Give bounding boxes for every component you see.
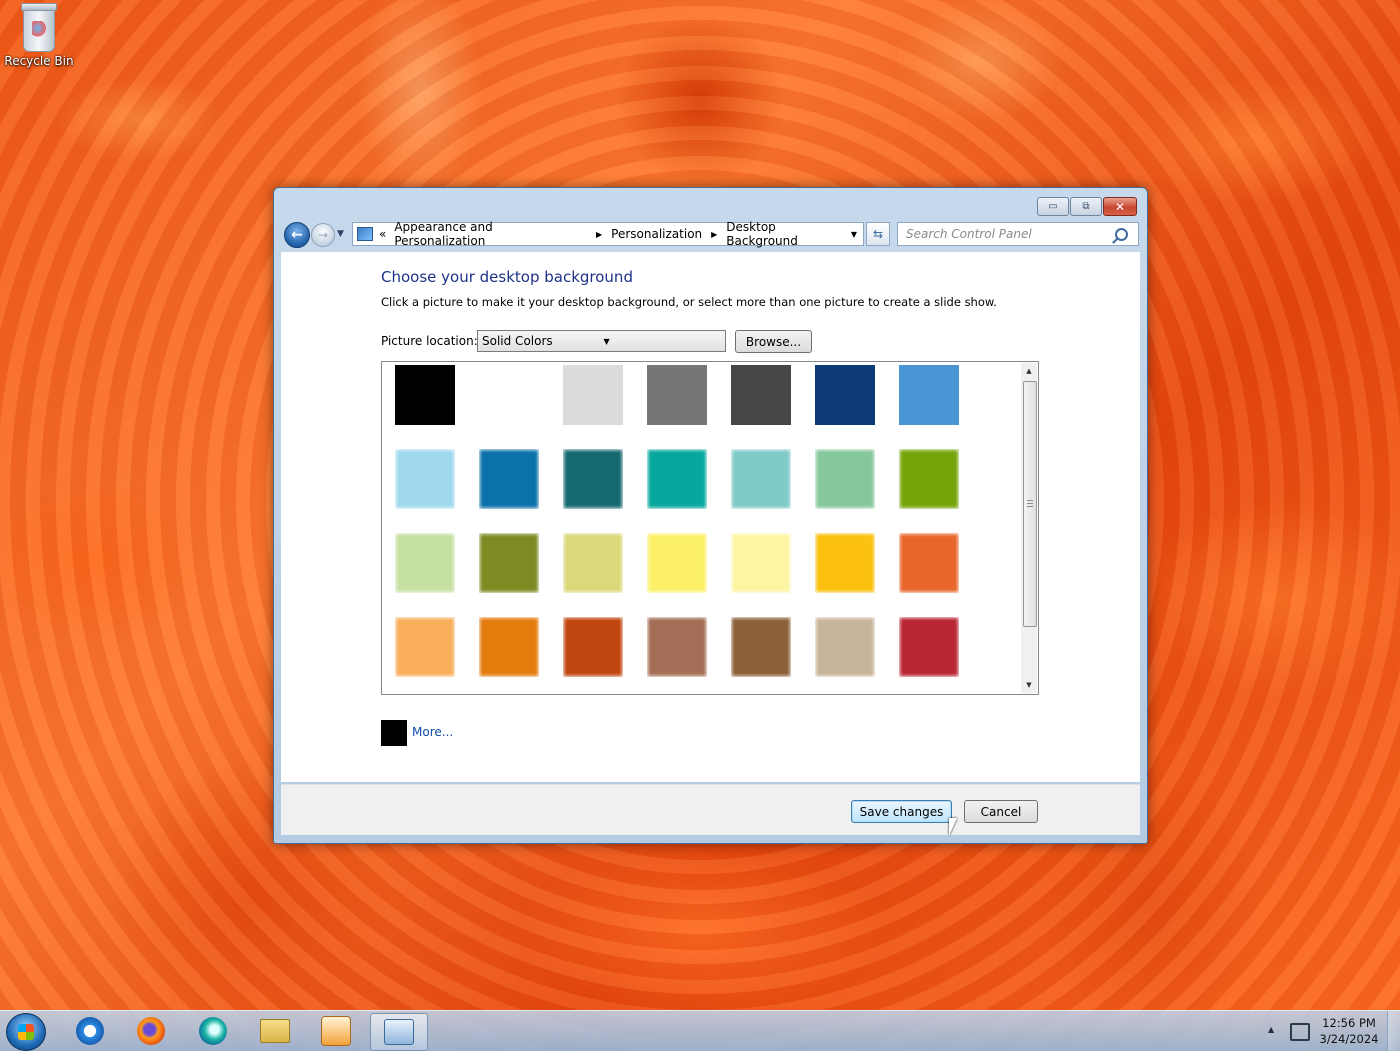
chevron-down-icon: ▼ [337,229,344,239]
dialog-footer: Save changes Cancel [281,784,1140,835]
color-swatch[interactable] [563,617,623,677]
refresh-icon: ⇆ [872,227,884,241]
color-swatch[interactable] [815,449,875,509]
maximize-button[interactable]: ⧉ [1070,197,1102,216]
color-swatch[interactable] [479,617,539,677]
color-swatch[interactable] [563,449,623,509]
color-swatch[interactable] [647,617,707,677]
more-colors-link[interactable]: More... [412,725,453,739]
clock-date: 3/24/2024 [1319,1032,1379,1046]
media-player-icon [321,1016,351,1046]
color-gallery: ▲ ▼ [381,361,1039,695]
gallery-scrollbar[interactable]: ▲ ▼ [1021,363,1037,693]
desktop-background-window: ▭ ⧉ ✕ ← → ▼ « Appearance and Personaliza… [273,187,1148,844]
recycle-bin-icon [21,3,57,52]
forward-arrow-icon: → [317,228,329,242]
color-swatch[interactable] [479,449,539,509]
recycle-bin-label: Recycle Bin [4,54,74,68]
taskbar-firefox[interactable] [123,1013,179,1049]
navigation-bar: ← → ▼ « Appearance and Personalization ▶… [282,220,1139,248]
show-hidden-icons-icon[interactable]: ▲ [1268,1025,1274,1034]
internet-explorer-icon [76,1017,104,1045]
chevron-down-icon: ▼ [603,336,610,346]
color-swatch[interactable] [815,617,875,677]
color-swatch[interactable] [563,533,623,593]
breadcrumb-appearance[interactable]: Appearance and Personalization [394,220,587,248]
page-title: Choose your desktop background [381,268,633,286]
grip-icon [1027,500,1033,507]
back-arrow-icon: ← [291,227,303,243]
taskbar-internet-explorer[interactable] [62,1013,118,1049]
breadcrumb-desktop-background[interactable]: Desktop Background [726,220,851,248]
save-changes-button[interactable]: Save changes [851,800,952,823]
network-icon[interactable] [1290,1023,1310,1041]
color-swatch[interactable] [647,365,707,425]
system-clock[interactable]: 12:56 PM 3/24/2024 [1312,1015,1386,1047]
address-overflow-icon[interactable]: « [379,227,386,241]
browse-button[interactable]: Browse... [735,330,812,353]
color-swatch[interactable] [899,365,959,425]
show-desktop-button[interactable] [1387,1011,1400,1051]
color-swatch[interactable] [395,617,455,677]
taskbar-edge[interactable] [185,1013,241,1049]
scrollbar-thumb[interactable] [1023,381,1037,627]
color-swatch[interactable] [479,533,539,593]
color-swatch[interactable] [899,617,959,677]
color-swatch[interactable] [479,365,539,425]
color-swatch[interactable] [815,365,875,425]
cancel-button[interactable]: Cancel [964,800,1038,823]
color-swatch[interactable] [731,533,791,593]
color-swatch[interactable] [731,365,791,425]
recycle-bin-shortcut[interactable]: Recycle Bin [4,3,74,68]
search-input[interactable]: Search Control Panel [906,227,1115,241]
control-panel-icon [357,227,373,241]
current-color-swatch [381,720,407,746]
refresh-button[interactable]: ⇆ [866,222,890,246]
color-swatch[interactable] [647,533,707,593]
search-box[interactable]: Search Control Panel [897,222,1139,246]
address-bar[interactable]: « Appearance and Personalization ▶ Perso… [352,220,864,248]
caption-buttons: ▭ ⧉ ✕ [1037,197,1137,216]
color-swatch[interactable] [563,365,623,425]
color-swatch[interactable] [731,449,791,509]
color-swatch[interactable] [395,533,455,593]
breadcrumb-separator-icon[interactable]: ▶ [711,230,717,239]
color-swatch[interactable] [815,533,875,593]
edge-icon [199,1017,227,1045]
address-dropdown-icon[interactable]: ▼ [851,230,857,239]
forward-button[interactable]: → [311,223,335,247]
breadcrumb-separator-icon[interactable]: ▶ [596,230,602,239]
control-panel-icon [384,1019,414,1045]
scroll-up-icon[interactable]: ▲ [1021,363,1037,379]
clock-time: 12:56 PM [1322,1016,1376,1030]
color-swatch[interactable] [647,449,707,509]
taskbar-file-explorer[interactable] [247,1013,303,1049]
minimize-button[interactable]: ▭ [1037,197,1069,216]
firefox-icon [137,1017,165,1045]
taskbar-media-player[interactable] [308,1013,364,1049]
color-swatch[interactable] [395,449,455,509]
close-button[interactable]: ✕ [1103,197,1137,216]
search-icon[interactable] [1115,227,1128,241]
mouse-pointer-icon [949,818,957,836]
page-description: Click a picture to make it your desktop … [381,295,997,309]
color-swatch[interactable] [899,533,959,593]
file-explorer-icon [260,1019,290,1043]
taskbar-control-panel[interactable] [370,1013,428,1051]
picture-location-select[interactable]: Solid Colors ▼ [477,330,726,352]
picture-location-label: Picture location: [381,334,478,348]
start-button[interactable] [6,1013,46,1051]
main-content: Choose your desktop background Click a p… [281,252,1140,782]
scroll-down-icon[interactable]: ▼ [1021,677,1037,693]
color-swatch[interactable] [395,365,455,425]
breadcrumb-personalization[interactable]: Personalization [611,227,702,241]
taskbar: ▲ 12:56 PM 3/24/2024 [0,1010,1400,1051]
color-swatch[interactable] [731,617,791,677]
picture-location-value: Solid Colors [482,334,553,348]
color-swatch[interactable] [899,449,959,509]
back-button[interactable]: ← [284,222,310,248]
recent-pages-dropdown[interactable]: ▼ [337,229,344,239]
